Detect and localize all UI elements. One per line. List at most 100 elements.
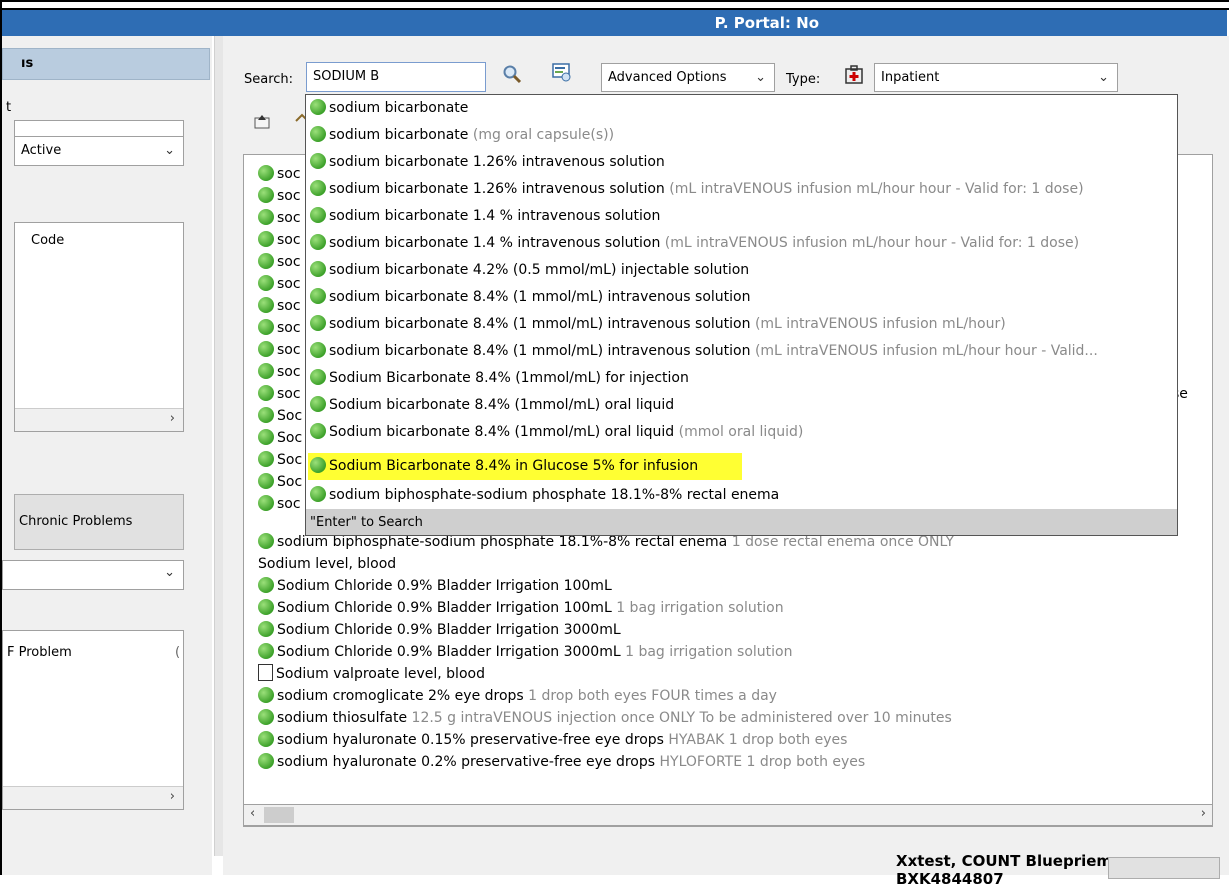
search-label: Search:	[244, 72, 294, 87]
code-list-scrollbar[interactable]: ›	[15, 408, 183, 431]
dropdown-item[interactable]: sodium bicarbonate 1.4 % intravenous sol…	[310, 203, 660, 230]
portal-title-bar: P. Portal: No	[2, 10, 1227, 36]
chevron-down-icon: ⌄	[1098, 70, 1109, 85]
dropdown-item[interactable]: sodium bicarbonate 8.4% (1 mmol/mL) intr…	[310, 311, 1006, 338]
green-dot-icon	[310, 369, 326, 385]
enter-to-search-hint[interactable]: "Enter" to Search	[306, 509, 1177, 535]
dropdown-item[interactable]: Sodium Bicarbonate 8.4% (1mmol/mL) for i…	[310, 365, 689, 392]
problem-list-scrollbar[interactable]: ›	[3, 786, 183, 809]
dropdown-item[interactable]: sodium bicarbonate (mg oral capsule(s))	[310, 122, 614, 149]
green-dot-icon	[310, 261, 326, 277]
browse-list-icon[interactable]	[550, 62, 574, 86]
status-select[interactable]: Active ⌄	[14, 136, 184, 166]
result-row-behind[interactable]: soc	[258, 163, 301, 185]
dropdown-item[interactable]: sodium biphosphate-sodium phosphate 18.1…	[310, 482, 779, 509]
green-dot-icon	[310, 342, 326, 358]
green-dot-icon	[310, 396, 326, 412]
green-dot-icon	[310, 423, 326, 439]
autocomplete-dropdown[interactable]: sodium bicarbonate sodium bicarbonate (m…	[305, 94, 1178, 536]
problem-list[interactable]: F Problem ( ›	[2, 630, 184, 810]
result-row[interactable]: Sodium level, blood	[258, 553, 396, 575]
result-row-behind[interactable]: soc	[258, 251, 301, 273]
document-icon	[258, 664, 273, 681]
result-row-behind[interactable]: Soc	[258, 405, 302, 427]
advanced-options-select[interactable]: Advanced Options ⌄	[601, 63, 775, 92]
green-dot-icon	[258, 407, 274, 423]
dropdown-item[interactable]: sodium bicarbonate 1.26% intravenous sol…	[310, 176, 1084, 203]
green-dot-icon	[258, 231, 274, 247]
green-dot-icon	[310, 180, 326, 196]
magnifier-icon[interactable]	[500, 64, 524, 88]
dropdown-item[interactable]: Sodium bicarbonate 8.4% (1mmol/mL) oral …	[310, 392, 674, 419]
dropdown-item[interactable]: sodium bicarbonate 8.4% (1 mmol/mL) intr…	[310, 284, 750, 311]
type-select[interactable]: Inpatient ⌄	[874, 63, 1118, 92]
green-dot-icon	[258, 621, 274, 637]
result-row-behind[interactable]: soc	[258, 207, 301, 229]
green-dot-icon	[258, 341, 274, 357]
folder-up-icon[interactable]	[250, 112, 274, 136]
green-dot-icon	[258, 297, 274, 313]
green-dot-icon	[310, 234, 326, 250]
column-fragment: (	[175, 645, 181, 660]
result-row[interactable]: sodium hyaluronate 0.15% preservative-fr…	[258, 729, 847, 751]
chronic-problems-button[interactable]: Chronic Problems	[14, 494, 184, 550]
result-row[interactable]: sodium thiosulfate 12.5 g intraVENOUS in…	[258, 707, 952, 729]
result-row[interactable]: Sodium Chloride 0.9% Bladder Irrigation …	[258, 597, 784, 619]
left-panel-header: ıs	[2, 48, 210, 80]
dropdown-item[interactable]: sodium bicarbonate 1.4 % intravenous sol…	[310, 230, 1079, 257]
result-row[interactable]: Sodium valproate level, blood	[258, 663, 485, 685]
scroll-right-icon[interactable]: ›	[170, 411, 175, 426]
chevron-down-icon: ⌄	[164, 565, 175, 580]
result-row-behind[interactable]: Soc	[258, 449, 302, 471]
green-dot-icon	[258, 753, 274, 769]
green-dot-icon	[258, 731, 274, 747]
green-dot-icon	[310, 288, 326, 304]
result-row-behind[interactable]: soc	[258, 229, 301, 251]
result-row[interactable]: Sodium Chloride 0.9% Bladder Irrigation …	[258, 575, 612, 597]
result-row-behind[interactable]: soc	[258, 493, 301, 515]
scroll-left-icon[interactable]: ‹	[250, 806, 255, 821]
dropdown-item[interactable]: sodium bicarbonate 4.2% (0.5 mmol/mL) in…	[310, 257, 749, 284]
problem-column-header: F Problem	[7, 645, 72, 660]
code-column-header: Code	[31, 233, 65, 248]
result-row-behind[interactable]: soc	[258, 383, 301, 405]
green-dot-icon	[258, 599, 274, 615]
green-dot-icon	[310, 126, 326, 142]
dropdown-item-highlighted[interactable]: Sodium Bicarbonate 8.4% in Glucose 5% fo…	[308, 453, 742, 480]
portal-title: P. Portal: No	[714, 14, 819, 32]
result-row-behind[interactable]: Soc	[258, 427, 302, 449]
result-row-behind[interactable]: soc	[258, 295, 301, 317]
green-dot-icon	[258, 165, 274, 181]
footer-button[interactable]	[1108, 857, 1220, 879]
search-input[interactable]: SODIUM B	[306, 62, 486, 92]
dropdown-item[interactable]: sodium bicarbonate 1.26% intravenous sol…	[310, 149, 665, 176]
pane-splitter[interactable]	[214, 36, 223, 856]
result-row-behind[interactable]: soc	[258, 339, 301, 361]
result-row[interactable]: Sodium Chloride 0.9% Bladder Irrigation …	[258, 641, 793, 663]
dropdown-item[interactable]: sodium bicarbonate	[310, 95, 468, 122]
green-dot-icon	[258, 253, 274, 269]
green-dot-icon	[258, 319, 274, 335]
scroll-thumb[interactable]	[264, 807, 294, 823]
result-row-behind[interactable]: Soc	[258, 471, 302, 493]
result-row[interactable]: sodium cromoglicate 2% eye drops 1 drop …	[258, 685, 777, 707]
green-dot-icon	[258, 533, 274, 549]
result-row-behind[interactable]: soc	[258, 273, 301, 295]
green-dot-icon	[310, 99, 326, 115]
scroll-right-icon[interactable]: ›	[170, 789, 175, 804]
result-row-behind[interactable]: soc	[258, 317, 301, 339]
scroll-right-icon[interactable]: ›	[1201, 806, 1206, 821]
result-row-behind[interactable]: soc	[258, 361, 301, 383]
left-top-box	[14, 120, 184, 136]
green-dot-icon	[258, 275, 274, 291]
green-dot-icon	[258, 577, 274, 593]
problem-filter-select[interactable]: ⌄	[2, 560, 184, 590]
green-dot-icon	[310, 486, 326, 502]
dropdown-item[interactable]: sodium bicarbonate 8.4% (1 mmol/mL) intr…	[310, 338, 1098, 365]
code-list[interactable]: Code ›	[14, 222, 184, 432]
dropdown-item[interactable]: Sodium bicarbonate 8.4% (1mmol/mL) oral …	[310, 419, 803, 446]
result-row[interactable]: Sodium Chloride 0.9% Bladder Irrigation …	[258, 619, 621, 641]
results-horizontal-scrollbar[interactable]: ‹ ›	[243, 804, 1213, 826]
result-row-behind[interactable]: soc	[258, 185, 301, 207]
result-row[interactable]: sodium hyaluronate 0.2% preservative-fre…	[258, 751, 865, 773]
